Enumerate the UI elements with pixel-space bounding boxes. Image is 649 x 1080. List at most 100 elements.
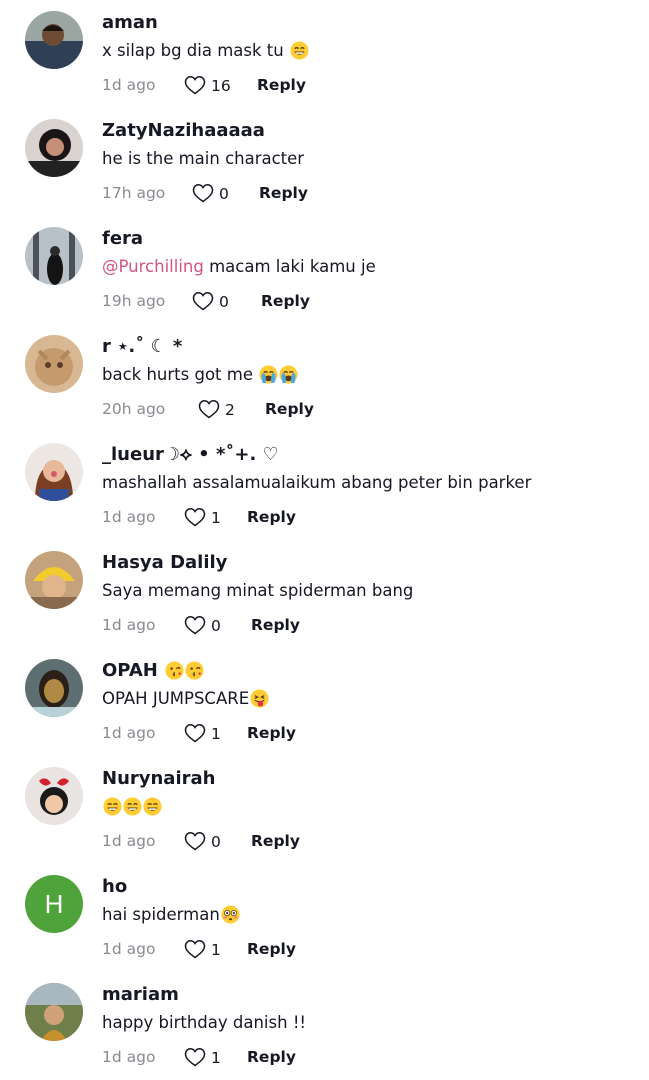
avatar[interactable] [25, 11, 83, 69]
heart-icon [198, 400, 220, 419]
reply-button[interactable]: Reply [257, 76, 306, 94]
comment-timestamp: 1d ago [102, 76, 156, 94]
avatar-photo [25, 443, 83, 501]
comment-text: hai spiderman [102, 905, 240, 924]
comment-item: OPAH OPAH JUMPSCARE 1d ago 1 Reply [0, 648, 649, 756]
username-text: mariam [102, 984, 179, 1005]
comment-text-body: hai spiderman [102, 905, 220, 924]
reply-button[interactable]: Reply [247, 1048, 296, 1066]
comment-timestamp: 1d ago [102, 724, 156, 742]
comment-list: aman x silap bg dia mask tu 1d ago 16 Reply… [0, 0, 649, 1080]
comment-item: mariam happy birthday danish !! 1d ago 1 Rep… [0, 972, 649, 1080]
comment-timestamp: 1d ago [102, 832, 156, 850]
like-button[interactable]: 0 [192, 183, 229, 203]
like-count: 1 [211, 1049, 221, 1067]
like-count: 1 [211, 725, 221, 743]
reply-button[interactable]: Reply [251, 616, 300, 634]
avatar[interactable] [25, 767, 83, 825]
comment-username[interactable]: ho [102, 876, 127, 897]
comment-username[interactable]: Hasya Dalily [102, 552, 227, 573]
comment-item: Hho hai spiderman 1d ago 1 Reply [0, 864, 649, 972]
mention-link[interactable]: @Purchilling [102, 257, 204, 276]
like-count: 16 [211, 77, 231, 95]
comment-text-body: x silap bg dia mask tu [102, 41, 289, 60]
comment-text: @Purchilling macam laki kamu je [102, 257, 376, 276]
comment-item: fera @Purchilling macam laki kamu je 19h a… [0, 216, 649, 324]
reply-button[interactable]: Reply [261, 292, 310, 310]
like-button[interactable]: 1 [184, 1047, 221, 1067]
comment-text: Saya memang minat spiderman bang [102, 581, 413, 600]
heart-icon [192, 292, 214, 311]
comment-timestamp: 1d ago [102, 1048, 156, 1066]
username-text: fera [102, 228, 144, 249]
avatar-photo [25, 227, 83, 285]
like-button[interactable]: 0 [192, 291, 229, 311]
comment-username[interactable]: _lueur☽⟡ • *˚+. ♡ [102, 444, 279, 465]
avatar-letter: H [44, 889, 64, 919]
heart-icon [184, 832, 206, 851]
reply-button[interactable]: Reply [265, 400, 314, 418]
avatar[interactable] [25, 659, 83, 717]
avatar[interactable] [25, 119, 83, 177]
comment-item: aman x silap bg dia mask tu 1d ago 16 Reply [0, 0, 649, 108]
heart-icon [184, 724, 206, 743]
username-text: aman [102, 12, 158, 33]
like-count: 0 [219, 185, 229, 203]
like-button[interactable]: 0 [184, 831, 221, 851]
like-button[interactable]: 0 [184, 615, 221, 635]
avatar[interactable] [25, 443, 83, 501]
reply-button[interactable]: Reply [247, 724, 296, 742]
comment-text: happy birthday danish !! [102, 1013, 306, 1032]
comment-username[interactable]: Nurynairah [102, 768, 215, 789]
like-button[interactable]: 2 [198, 399, 235, 419]
comment-item: Hasya Dalily Saya memang minat spiderman … [0, 540, 649, 648]
like-button[interactable]: 1 [184, 939, 221, 959]
comment-username[interactable]: aman [102, 12, 158, 33]
laughing-emoji-icon [143, 797, 162, 816]
comment-text-body: mashallah assalamualaikum abang peter bi… [102, 473, 532, 492]
comment-timestamp: 1d ago [102, 940, 156, 958]
avatar[interactable] [25, 227, 83, 285]
comment-username[interactable]: OPAH [102, 660, 204, 681]
reply-button[interactable]: Reply [247, 940, 296, 958]
like-button[interactable]: 16 [184, 75, 231, 95]
reply-button[interactable]: Reply [251, 832, 300, 850]
comment-username[interactable]: mariam [102, 984, 179, 1005]
comment-text: he is the main character [102, 149, 304, 168]
avatar[interactable] [25, 335, 83, 393]
avatar-photo [25, 551, 83, 609]
comment-timestamp: 20h ago [102, 400, 166, 418]
comment-username[interactable]: fera [102, 228, 143, 249]
comment-text-body: OPAH JUMPSCARE [102, 689, 250, 708]
like-count: 0 [211, 833, 221, 851]
like-button[interactable]: 1 [184, 723, 221, 743]
avatar[interactable] [25, 551, 83, 609]
comment-timestamp: 1d ago [102, 616, 156, 634]
comment-username[interactable]: r ⋆.˚ ☾ * [102, 336, 182, 357]
reply-button[interactable]: Reply [259, 184, 308, 202]
like-button[interactable]: 1 [184, 507, 221, 527]
avatar-photo [25, 659, 83, 717]
username-text: _lueur☽⟡ • *˚+. ♡ [102, 444, 279, 465]
username-text: ZatyNazihaaaaa [102, 120, 265, 141]
comment-text: mashallah assalamualaikum abang peter bi… [102, 473, 531, 492]
username-text: OPAH [102, 660, 165, 681]
heart-icon [184, 940, 206, 959]
flushed-emoji-icon [221, 905, 240, 924]
comment-text-body: back hurts got me [102, 365, 259, 384]
crying-emoji-icon [259, 365, 278, 384]
username-text: Hasya Dalily [102, 552, 228, 573]
avatar-photo [25, 983, 83, 1041]
comment-text-body: Saya memang minat spiderman bang [102, 581, 414, 600]
comment-timestamp: 1d ago [102, 508, 156, 526]
reply-button[interactable]: Reply [247, 508, 296, 526]
comment-text: OPAH JUMPSCARE [102, 689, 269, 708]
avatar[interactable]: H [25, 875, 83, 933]
comment-text-body: he is the main character [102, 149, 305, 168]
heart-icon [184, 616, 206, 635]
comment-username[interactable]: ZatyNazihaaaaa [102, 120, 265, 141]
avatar[interactable] [25, 983, 83, 1041]
comment-timestamp: 17h ago [102, 184, 166, 202]
avatar-photo [25, 11, 83, 69]
comment-text: x silap bg dia mask tu [102, 41, 309, 60]
